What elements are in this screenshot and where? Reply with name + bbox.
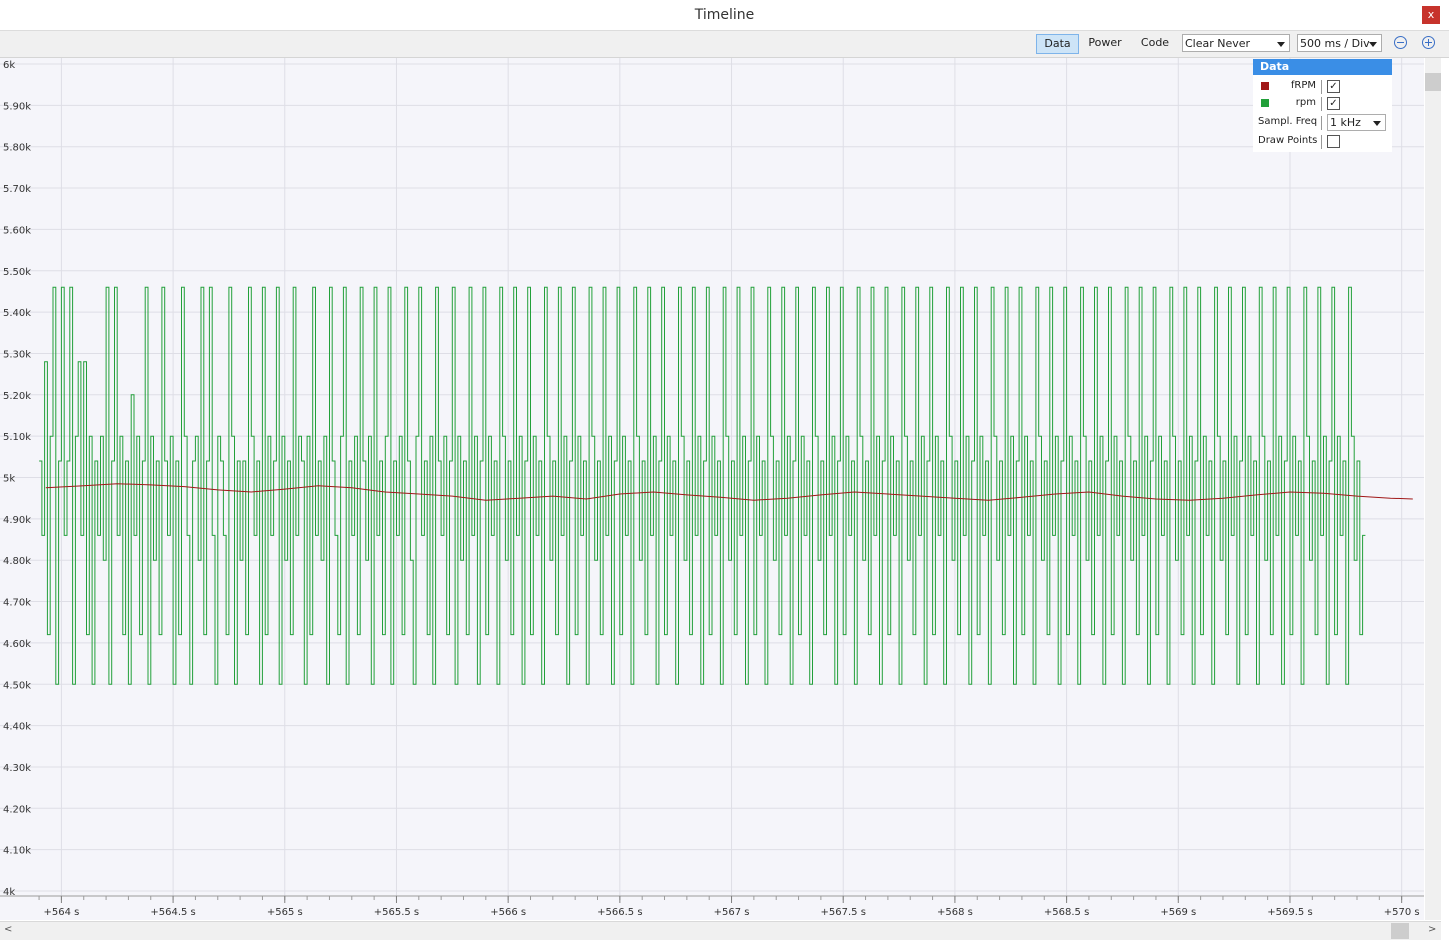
x-tick-label: +570 s: [1384, 907, 1420, 918]
y-tick-label: 4.10k: [3, 846, 31, 857]
draw-points-label: Draw Points: [1258, 135, 1318, 146]
legend-row-draw-points: Draw Points: [1253, 134, 1392, 150]
zoom-out-icon[interactable]: [1394, 36, 1407, 49]
y-tick-label: 5.30k: [3, 349, 31, 360]
frpm-checkbox[interactable]: ✓: [1327, 80, 1340, 93]
time-per-div-value: 500 ms / Div: [1300, 37, 1370, 50]
clear-mode-value: Clear Never: [1185, 37, 1251, 50]
tab-power[interactable]: Power: [1083, 34, 1127, 52]
y-tick-label: 4.70k: [3, 598, 31, 609]
tab-code[interactable]: Code: [1134, 34, 1176, 52]
y-tick-label: 4.40k: [3, 722, 31, 733]
y-tick-label: 4.80k: [3, 556, 31, 567]
title-bar: Timeline x: [0, 0, 1449, 31]
vertical-scrollbar[interactable]: [1425, 58, 1441, 920]
time-per-div-select[interactable]: 500 ms / Div: [1297, 34, 1382, 52]
vertical-scroll-thumb[interactable]: [1425, 73, 1441, 91]
horizontal-scrollbar[interactable]: < >: [0, 921, 1441, 940]
chevron-down-icon: [1373, 121, 1381, 126]
x-tick-label: +565.5 s: [374, 907, 419, 918]
x-tick-label: +567.5 s: [821, 907, 866, 918]
legend-separator: [1321, 135, 1322, 149]
y-tick-label: 5k: [3, 474, 15, 485]
data-legend-panel: Data fRPM ✓ rpm ✓ Sampl. Freq 1 kHz Draw…: [1253, 59, 1392, 152]
x-tick-label: +564 s: [43, 907, 79, 918]
window-title: Timeline: [694, 7, 755, 23]
zoom-in-icon[interactable]: [1422, 36, 1435, 49]
x-tick-label: +565 s: [267, 907, 303, 918]
y-tick-label: 4.60k: [3, 639, 31, 650]
frpm-color-swatch: [1261, 82, 1269, 90]
horizontal-scroll-thumb[interactable]: [1391, 923, 1409, 939]
y-tick-label: 6k: [3, 60, 15, 71]
rpm-checkbox[interactable]: ✓: [1327, 97, 1340, 110]
x-tick-label: +569.5 s: [1267, 907, 1312, 918]
y-tick-label: 5.20k: [3, 391, 31, 402]
legend-header: Data: [1253, 59, 1392, 75]
legend-separator: [1321, 97, 1322, 111]
y-tick-label: 5.60k: [3, 225, 31, 236]
y-tick-label: 4.90k: [3, 515, 31, 526]
sampl-freq-value: 1 kHz: [1330, 116, 1361, 129]
legend-separator: [1321, 80, 1322, 94]
x-tick-label: +566.5 s: [597, 907, 642, 918]
toolbar: Data Power Code Clear Never 500 ms / Div: [0, 31, 1449, 58]
y-tick-label: 5.40k: [3, 308, 31, 319]
rpm-color-swatch: [1261, 99, 1269, 107]
y-tick-label: 5.80k: [3, 143, 31, 154]
scroll-right-icon[interactable]: >: [1428, 924, 1436, 935]
y-tick-label: 4.20k: [3, 804, 31, 815]
y-tick-label: 5.90k: [3, 101, 31, 112]
close-button[interactable]: x: [1422, 6, 1440, 24]
x-tick-label: +568.5 s: [1044, 907, 1089, 918]
y-tick-label: 5.50k: [3, 267, 31, 278]
y-tick-label: 4.50k: [3, 680, 31, 691]
sampl-freq-select[interactable]: 1 kHz: [1327, 114, 1386, 131]
timeline-chart[interactable]: 6k 5.90k 5.80k 5.70k 5.60k 5.50k 5.40k 5.30k 5.2…: [0, 58, 1424, 920]
legend-row-rpm: rpm ✓: [1253, 96, 1392, 112]
sampl-freq-label: Sampl. Freq: [1258, 116, 1318, 127]
x-tick-label: +567 s: [714, 907, 750, 918]
legend-row-frpm: fRPM ✓: [1253, 79, 1392, 95]
frpm-label: fRPM: [1290, 80, 1316, 91]
y-tick-label: 5.70k: [3, 184, 31, 195]
timeline-plot[interactable]: 6k 5.90k 5.80k 5.70k 5.60k 5.50k 5.40k 5.30k 5.2…: [0, 58, 1424, 920]
x-tick-label: +569 s: [1160, 907, 1196, 918]
legend-row-sampl-freq: Sampl. Freq 1 kHz: [1253, 114, 1392, 131]
x-tick-label: +566 s: [490, 907, 526, 918]
x-tick-label: +564.5 s: [150, 907, 195, 918]
chevron-down-icon: [1277, 42, 1285, 47]
x-tick-label: +568 s: [937, 907, 973, 918]
legend-separator: [1321, 116, 1322, 130]
rpm-label: rpm: [1295, 97, 1316, 108]
clear-mode-select[interactable]: Clear Never: [1182, 34, 1290, 52]
scroll-left-icon[interactable]: <: [4, 924, 12, 935]
tab-data[interactable]: Data: [1036, 34, 1079, 54]
y-tick-label: 5.10k: [3, 432, 31, 443]
draw-points-checkbox[interactable]: [1327, 135, 1340, 148]
chevron-down-icon: [1369, 42, 1377, 47]
y-tick-label: 4.30k: [3, 763, 31, 774]
